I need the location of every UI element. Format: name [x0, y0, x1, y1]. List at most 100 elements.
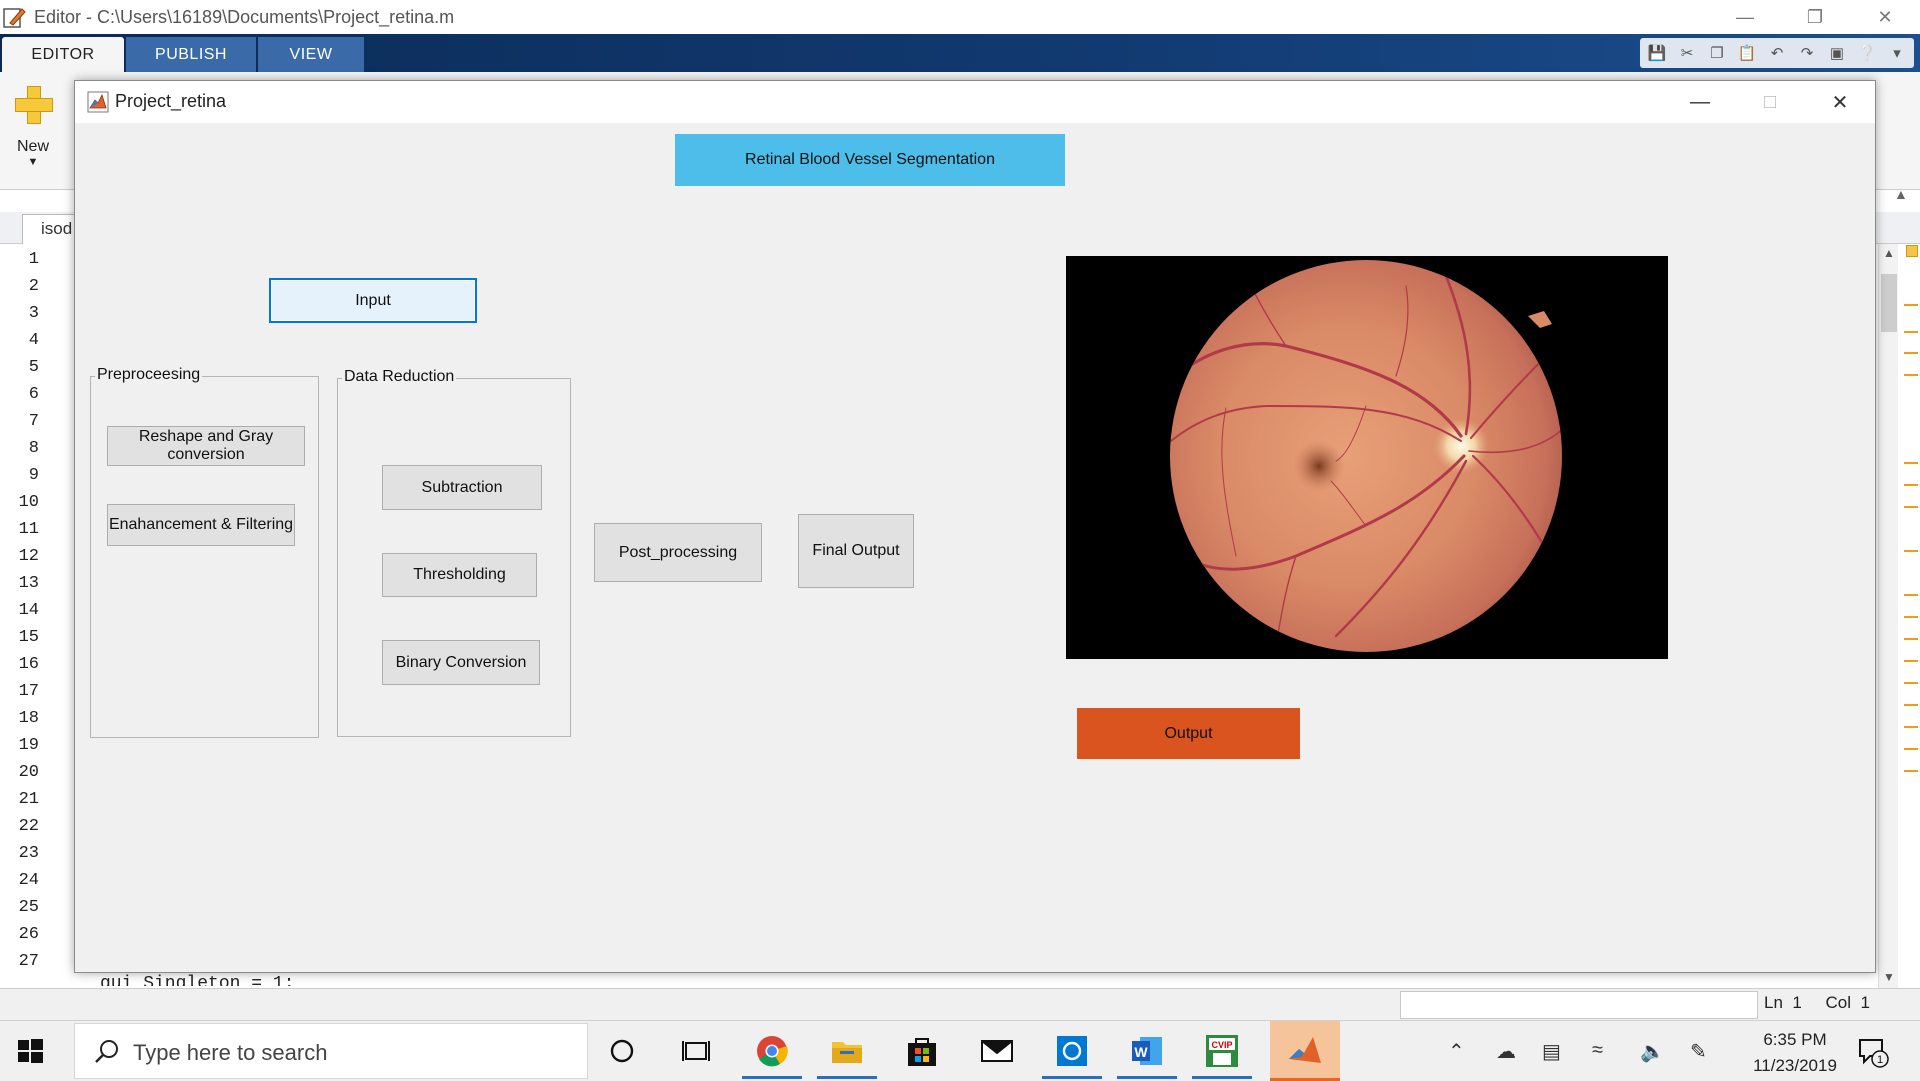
warning-marker[interactable]: [1904, 748, 1918, 750]
dropdown-arrow-icon[interactable]: ▾: [1886, 42, 1908, 64]
search-placeholder: Type here to search: [133, 1040, 328, 1065]
output-button[interactable]: Output: [1077, 708, 1300, 759]
active-app-indicator: [1117, 1076, 1177, 1079]
line-number: 9: [28, 466, 39, 485]
warning-marker[interactable]: [1904, 594, 1918, 596]
status-field: [1400, 991, 1758, 1019]
post-processing-button[interactable]: Post_processing: [594, 523, 762, 582]
windows-start-icon[interactable]: [16, 1037, 44, 1065]
line-number: 26: [18, 925, 39, 944]
line-number: 22: [18, 817, 39, 836]
thresholding-button[interactable]: Thresholding: [382, 553, 537, 597]
line-number: 20: [18, 763, 39, 782]
data-reduction-panel-label: Data Reduction: [342, 368, 457, 386]
copy-icon[interactable]: ❐: [1706, 42, 1728, 64]
wifi-icon[interactable]: ≈: [1592, 1039, 1603, 1062]
switch-windows-icon[interactable]: ▣: [1826, 42, 1848, 64]
line-number: 18: [18, 709, 39, 728]
subtraction-button[interactable]: Subtraction: [382, 465, 542, 510]
matlab-figure-icon: [87, 91, 109, 113]
line-number: 14: [18, 601, 39, 620]
line-number: 11: [18, 520, 39, 539]
new-button[interactable]: New ▼: [10, 84, 56, 168]
battery-icon[interactable]: ▤: [1542, 1039, 1561, 1064]
title-button[interactable]: Retinal Blood Vessel Segmentation: [675, 134, 1065, 186]
outlook-icon[interactable]: [1042, 1029, 1102, 1079]
notification-count: 1: [1877, 1054, 1883, 1066]
cortana-icon[interactable]: [600, 1029, 644, 1073]
warning-marker[interactable]: [1904, 352, 1918, 354]
paste-icon[interactable]: 📋: [1736, 42, 1758, 64]
notification-icon[interactable]: 1: [1856, 1035, 1890, 1069]
matlab-icon[interactable]: [1270, 1021, 1340, 1081]
figure-title: Project_retina: [115, 91, 227, 111]
warning-marker[interactable]: [1904, 616, 1918, 618]
undo-icon[interactable]: ↶: [1766, 42, 1788, 64]
reshape-gray-button[interactable]: Reshape and Gray conversion: [107, 426, 305, 466]
active-app-indicator: [742, 1076, 802, 1079]
scroll-up-icon[interactable]: ▲: [1881, 246, 1897, 262]
collapse-up-icon[interactable]: ▲: [1894, 186, 1908, 202]
tab-view[interactable]: VIEW: [258, 37, 364, 72]
line-number: 21: [18, 790, 39, 809]
scrollbar-thumb[interactable]: [1881, 274, 1897, 332]
enhancement-filtering-button[interactable]: Enahancement & Filtering: [107, 504, 295, 546]
warning-marker[interactable]: [1904, 462, 1918, 464]
col-label: Col: [1825, 993, 1851, 1012]
retina-fundus-image: [1170, 260, 1562, 652]
help-icon[interactable]: ❔: [1856, 42, 1878, 64]
taskbar-search-box[interactable]: Type here to search: [74, 1023, 588, 1079]
warning-marker[interactable]: [1904, 484, 1918, 486]
word-icon[interactable]: W: [1117, 1029, 1177, 1079]
input-button[interactable]: Input: [269, 278, 477, 323]
tab-publish[interactable]: PUBLISH: [126, 37, 256, 72]
file-tab[interactable]: isod: [22, 214, 80, 244]
windows-taskbar: Type here to search W CVIP ⌃ ☁ ▤ ≈ 🔈 ✎ 6…: [0, 1020, 1920, 1081]
cvip-icon[interactable]: CVIP: [1192, 1029, 1252, 1079]
warning-marker[interactable]: [1904, 660, 1918, 662]
scroll-down-icon[interactable]: ▼: [1881, 970, 1897, 986]
editor-window-title: Editor - C:\Users\16189\Documents\Projec…: [34, 6, 455, 27]
figure-minimize-button[interactable]: —: [1665, 81, 1735, 123]
cut-icon[interactable]: ✂: [1676, 42, 1698, 64]
warning-marker[interactable]: [1904, 506, 1918, 508]
file-explorer-icon[interactable]: [817, 1029, 877, 1079]
warning-marker[interactable]: [1904, 550, 1918, 552]
final-output-button[interactable]: Final Output: [798, 514, 914, 588]
volume-icon[interactable]: 🔈: [1640, 1039, 1665, 1064]
chrome-icon[interactable]: [742, 1029, 802, 1079]
warning-marker[interactable]: [1904, 374, 1918, 376]
figure-close-button[interactable]: ✕: [1805, 81, 1875, 123]
warning-marker[interactable]: [1904, 726, 1918, 728]
warning-marker[interactable]: [1904, 682, 1918, 684]
plus-icon: [13, 84, 53, 124]
system-clock[interactable]: 6:35 PM 11/23/2019: [1740, 1027, 1850, 1079]
vertical-scrollbar[interactable]: ▲ ▼: [1878, 244, 1898, 988]
warning-marker[interactable]: [1904, 770, 1918, 772]
editor-minimize-button[interactable]: —: [1710, 0, 1780, 34]
line-number: 10: [18, 493, 39, 512]
editor-restore-button[interactable]: ❐: [1780, 0, 1850, 34]
code-line[interactable]: gui_Singleton = 1;: [100, 974, 294, 986]
warning-marker[interactable]: [1904, 638, 1918, 640]
pen-icon[interactable]: ✎: [1690, 1039, 1707, 1064]
editor-close-button[interactable]: ✕: [1850, 0, 1920, 34]
line-number: 1: [28, 250, 39, 269]
binary-conversion-button[interactable]: Binary Conversion: [382, 640, 540, 685]
task-view-icon[interactable]: [674, 1029, 718, 1073]
mail-icon[interactable]: [975, 1029, 1019, 1073]
save-icon[interactable]: 💾: [1646, 42, 1668, 64]
store-icon[interactable]: [900, 1029, 944, 1073]
onedrive-icon[interactable]: ☁: [1496, 1039, 1516, 1064]
show-hidden-icons-icon[interactable]: ⌃: [1448, 1039, 1465, 1064]
code-analyzer-marker-bar: [1902, 244, 1920, 988]
line-number: 24: [18, 871, 39, 890]
tab-editor[interactable]: EDITOR: [2, 37, 124, 72]
redo-icon[interactable]: ↷: [1796, 42, 1818, 64]
figure-maximize-button[interactable]: □: [1735, 81, 1805, 123]
svg-text:CVIP: CVIP: [1211, 1040, 1232, 1050]
warning-marker[interactable]: [1904, 704, 1918, 706]
warning-marker[interactable]: [1904, 304, 1918, 306]
quick-access-toolbar: 💾 ✂ ❐ 📋 ↶ ↷ ▣ ❔ ▾: [1640, 38, 1914, 68]
warning-marker[interactable]: [1904, 331, 1918, 333]
